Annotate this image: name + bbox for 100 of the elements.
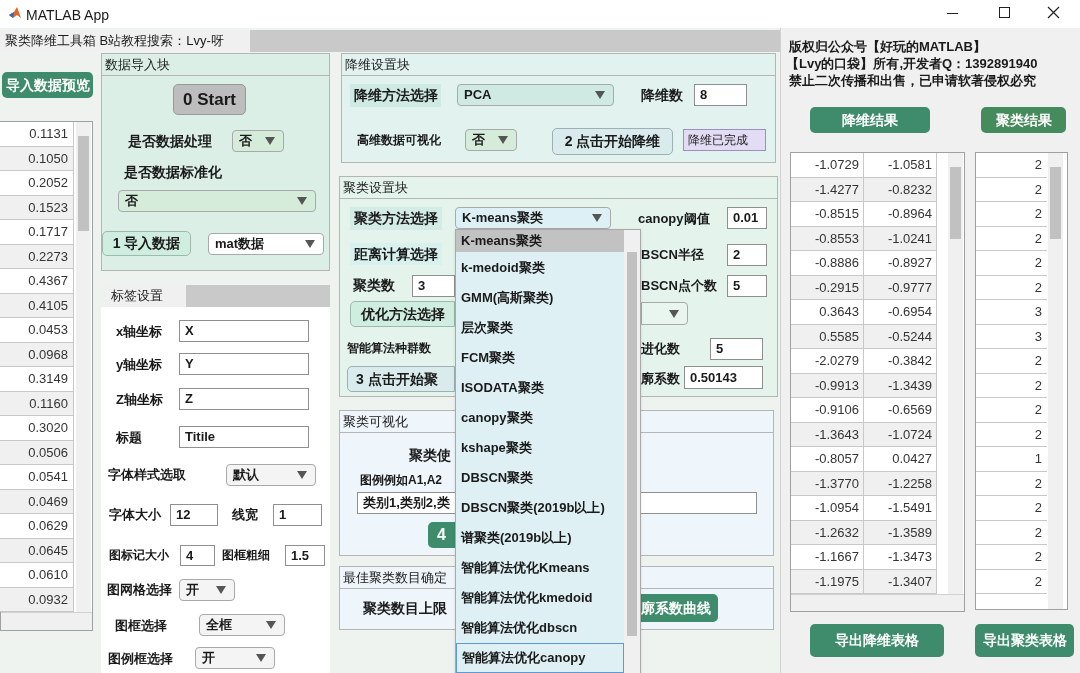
input-field[interactable]: Y <box>179 353 309 375</box>
dropdown-item[interactable]: 智能算法优化kmedoid <box>456 583 624 613</box>
dropdown[interactable]: 否 <box>465 129 517 151</box>
input-field[interactable]: 0.50143 <box>684 366 763 389</box>
scrollbar[interactable] <box>948 153 963 596</box>
optimize-button[interactable]: 优化方法选择 <box>350 301 455 327</box>
field-label: 进化数 <box>641 342 680 355</box>
field-label: 高维数据可视化 <box>357 134 441 146</box>
dropdown-item[interactable]: 层次聚类 <box>456 313 624 343</box>
copyright-text: 【Lvy的口袋】所有,开发者Q：1392891940 <box>786 57 1038 70</box>
dropdown[interactable]: 否 <box>118 190 316 212</box>
preview-button[interactable]: 导入数据预览 <box>2 72 93 98</box>
table-cell: -0.8886 <box>791 251 864 276</box>
dropdown[interactable]: 开 <box>179 579 235 601</box>
input-field[interactable] <box>641 492 757 514</box>
dropdown-item[interactable]: GMM(高斯聚类) <box>456 283 624 313</box>
scrollbar[interactable] <box>76 122 91 612</box>
export-button[interactable]: 导出降维表格 <box>810 624 944 657</box>
table-cell: -2.0279 <box>791 349 864 374</box>
start-button[interactable]: 3 点击开始聚 <box>347 366 455 392</box>
input-field[interactable]: 0.01 <box>727 207 767 229</box>
input-field[interactable]: 12 <box>170 504 218 526</box>
table-cell: -0.8232 <box>864 177 937 202</box>
dropdown-item[interactable]: kshape聚类 <box>456 433 624 463</box>
scrollbar[interactable] <box>1048 153 1063 609</box>
import-button[interactable]: 1 导入数据 <box>102 231 191 256</box>
dropdown[interactable]: 否 <box>232 130 284 152</box>
input-field[interactable]: 类别1,类别2,类 <box>357 492 455 514</box>
dropdown-item[interactable]: k-medoid聚类 <box>456 253 624 283</box>
input-field[interactable]: X <box>179 320 309 342</box>
dropdown[interactable]: 开 <box>195 647 275 669</box>
input-field[interactable]: 4 <box>180 545 215 566</box>
dropdown-item[interactable]: 智能算法优化Kmeans <box>456 553 624 583</box>
field-label: 智能算法种群数 <box>347 342 431 354</box>
dropdown-item[interactable]: K-means聚类 <box>456 230 624 252</box>
field-label: 图网格选择 <box>107 583 172 596</box>
field-label: 字体大小 <box>109 508 161 521</box>
plot-button[interactable]: 4 <box>428 522 455 548</box>
dropdown-item[interactable]: canopy聚类 <box>456 403 624 433</box>
table-cell: -1.3643 <box>791 422 864 447</box>
status-label: 降维已完成 <box>683 129 766 151</box>
result-button[interactable]: 降维结果 <box>810 107 930 133</box>
minimize-icon[interactable] <box>947 13 958 14</box>
start-button[interactable]: 0 Start <box>173 84 246 115</box>
dropdown[interactable]: 默认 <box>226 464 316 486</box>
dropdown-item[interactable]: 智能算法优化dbscn <box>456 613 624 643</box>
table-cell: 0.1131 <box>0 122 74 147</box>
table-cell: -1.0241 <box>864 226 937 251</box>
input-field[interactable]: 2 <box>727 244 767 266</box>
input-field[interactable]: 1.5 <box>285 545 325 566</box>
dropdown[interactable]: 全框 <box>199 614 285 636</box>
table-cell: -0.8515 <box>791 202 864 227</box>
dropdown-item[interactable]: DBSCN聚类(2019b以上) <box>456 493 624 523</box>
field-label: 廓系数 <box>641 372 680 385</box>
table-cell: -1.3770 <box>791 471 864 496</box>
close-icon[interactable] <box>1047 6 1060 19</box>
table-cell: 0.0610 <box>0 563 74 588</box>
table-cell: -0.8553 <box>791 226 864 251</box>
field-label: x轴坐标 <box>116 325 163 338</box>
table-cell: -1.2632 <box>791 520 864 545</box>
table-cell: 0.2052 <box>0 171 74 196</box>
dropdown[interactable]: PCA <box>457 84 614 106</box>
caret-icon <box>669 309 679 318</box>
field-label: 降维方法选择 <box>350 84 441 107</box>
input-field[interactable]: Z <box>179 388 309 410</box>
input-field[interactable]: 3 <box>412 275 455 297</box>
curve-button[interactable]: 廓系数曲线 <box>641 594 718 622</box>
maximize-icon[interactable] <box>999 7 1010 18</box>
dropdown[interactable]: K-means聚类 <box>455 207 611 229</box>
dropdown-item[interactable]: FCM聚类 <box>456 343 624 373</box>
field-label: canopy阈值 <box>638 212 710 225</box>
caret-icon <box>595 91 605 99</box>
scrollbar[interactable] <box>624 230 640 673</box>
field-label: 图例例如A1,A2 <box>360 474 442 486</box>
export-button[interactable]: 导出聚类表格 <box>975 624 1074 657</box>
table-cell: 0.0453 <box>0 318 74 343</box>
table-cell: -0.6954 <box>864 300 937 325</box>
dropdown[interactable] <box>641 302 688 325</box>
scrollbar[interactable] <box>791 594 964 611</box>
input-field[interactable]: 8 <box>694 84 747 106</box>
input-field[interactable]: Titile <box>179 426 309 448</box>
dropdown-item[interactable]: 智能算法优化canopy <box>456 643 624 673</box>
tab[interactable]: 标签设置 <box>101 285 186 307</box>
input-field[interactable]: 5 <box>710 338 763 360</box>
start-button[interactable]: 2 点击开始降维 <box>552 128 673 155</box>
panel-title: 聚类设置块 <box>343 181 408 194</box>
table-cell: 0.0427 <box>864 447 937 472</box>
field-label: y轴坐标 <box>116 358 163 371</box>
dropdown-item[interactable]: ISODATA聚类 <box>456 373 624 403</box>
result-button[interactable]: 聚类结果 <box>981 107 1066 133</box>
input-field[interactable]: 1 <box>273 504 322 526</box>
tab[interactable]: 聚类降维工具箱 B站教程搜索：Lvy-呀 <box>0 30 250 52</box>
panel-title: 聚类可视化 <box>343 415 408 428</box>
dropdown-item[interactable]: DBSCN聚类 <box>456 463 624 493</box>
dropdown-item[interactable]: 谱聚类(2019b以上) <box>456 523 624 553</box>
dropdown[interactable]: mat数据 <box>208 233 324 255</box>
table-cell: -1.4277 <box>791 177 864 202</box>
caret-icon <box>305 240 315 248</box>
scrollbar[interactable] <box>1 612 92 630</box>
input-field[interactable]: 5 <box>727 275 767 297</box>
